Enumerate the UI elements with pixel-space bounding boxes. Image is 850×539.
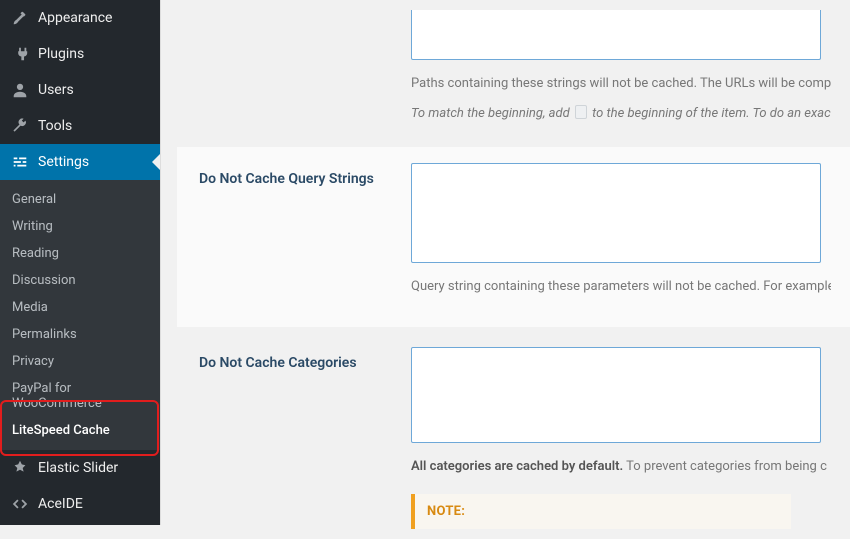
submenu-item-writing[interactable]: Writing <box>0 213 160 240</box>
admin-sidebar: Appearance Plugins Users Tools Settings … <box>0 0 160 525</box>
form-row-categories: Do Not Cache Categories All categories a… <box>181 331 850 539</box>
form-field: Paths containing these strings will not … <box>411 0 850 133</box>
field-description: Query string containing these parameters… <box>411 277 831 297</box>
settings-submenu: General Writing Reading Discussion Media… <box>0 180 160 450</box>
form-row-query-strings: Do Not Cache Query Strings Query string … <box>177 147 850 327</box>
field-description: All categories are cached by default. To… <box>411 457 831 477</box>
submenu-item-media[interactable]: Media <box>0 294 160 321</box>
note-title: NOTE: <box>427 504 779 519</box>
sliders-icon <box>10 152 30 172</box>
form-row-uris: Paths containing these strings will not … <box>181 0 850 133</box>
do-not-cache-categories-textarea[interactable] <box>411 347 821 443</box>
wrench-icon <box>10 116 30 136</box>
sidebar-item-label: Elastic Slider <box>38 460 118 476</box>
sidebar-item-tools[interactable]: Tools <box>0 108 160 144</box>
sidebar-item-aceide[interactable]: AceIDE <box>0 486 160 522</box>
sidebar-item-users[interactable]: Users <box>0 72 160 108</box>
sidebar-item-settings[interactable]: Settings <box>0 144 160 180</box>
sidebar-item-plugins[interactable]: Plugins <box>0 36 160 72</box>
brush-icon <box>10 8 30 28</box>
code-icon <box>10 494 30 514</box>
field-description-2: To match the beginning, add to the begin… <box>411 104 831 124</box>
note-callout: NOTE: <box>411 494 791 529</box>
sidebar-item-label: Users <box>38 82 74 98</box>
submenu-item-general[interactable]: General <box>0 186 160 213</box>
submenu-item-privacy[interactable]: Privacy <box>0 348 160 375</box>
sidebar-item-label: Settings <box>38 154 89 170</box>
form-label: Do Not Cache Query Strings <box>181 151 401 307</box>
user-icon <box>10 80 30 100</box>
submenu-item-reading[interactable]: Reading <box>0 240 160 267</box>
settings-panel: Paths containing these strings will not … <box>160 0 850 525</box>
do-not-cache-uris-textarea[interactable] <box>411 10 821 60</box>
form-label: Do Not Cache Categories <box>181 335 401 539</box>
sidebar-item-label: Appearance <box>38 10 112 26</box>
do-not-cache-query-strings-textarea[interactable] <box>411 163 821 263</box>
submenu-item-paypal-wc[interactable]: PayPal for WooCommerce <box>0 375 160 417</box>
form-field: All categories are cached by default. To… <box>411 335 850 539</box>
form-field: Query string containing these parameters… <box>411 151 850 307</box>
caret-key-icon <box>575 105 587 119</box>
field-description: Paths containing these strings will not … <box>411 74 831 94</box>
sidebar-item-label: Plugins <box>38 46 84 62</box>
sidebar-item-label: AceIDE <box>38 496 83 512</box>
sidebar-item-appearance[interactable]: Appearance <box>0 0 160 36</box>
sidebar-item-label: Tools <box>38 118 72 134</box>
submenu-item-litespeed[interactable]: LiteSpeed Cache <box>0 417 160 444</box>
pin-icon <box>10 458 30 478</box>
submenu-item-discussion[interactable]: Discussion <box>0 267 160 294</box>
plug-icon <box>10 44 30 64</box>
form-label <box>181 0 401 133</box>
sidebar-item-elastic-slider[interactable]: Elastic Slider <box>0 450 160 486</box>
submenu-item-permalinks[interactable]: Permalinks <box>0 321 160 348</box>
